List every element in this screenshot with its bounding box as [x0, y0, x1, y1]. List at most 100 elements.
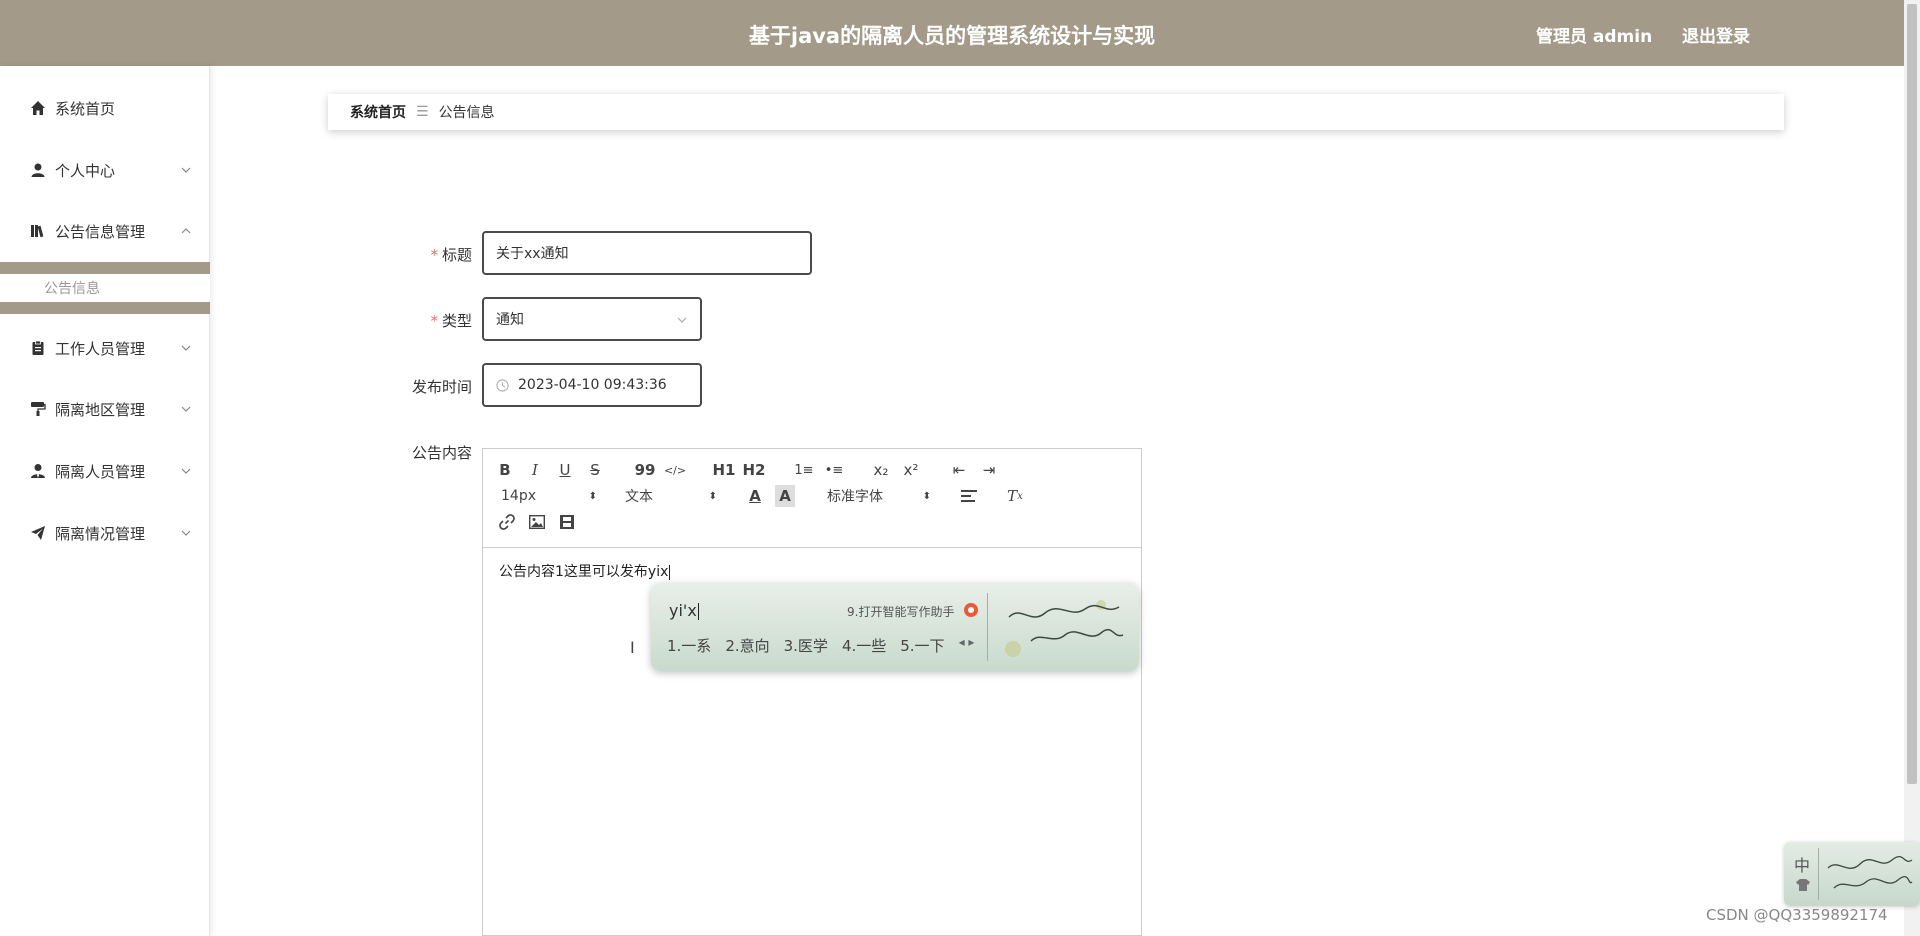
watermark: CSDN @QQ3359892174	[1706, 906, 1888, 924]
publish-time-label: 发布时间	[411, 378, 472, 396]
font-size-select[interactable]: 14px ⬍	[501, 485, 597, 507]
sidebar-item-label: 隔离地区管理	[55, 400, 146, 419]
ime-pinyin: yi'x	[669, 601, 699, 620]
text-type-select[interactable]: 文本 ⬍	[625, 485, 717, 507]
editor-toolbar: B I U S 99 </> H1 H2 1≡ •≡ x₂ x² ⇤ ⇥ 14p…	[483, 449, 1141, 548]
required-mark: *	[430, 312, 438, 330]
subscript-button[interactable]: x₂	[871, 459, 891, 481]
book-icon	[29, 222, 47, 240]
select-caret-icon: ⬍	[708, 490, 717, 502]
ime-skin-artwork	[1005, 600, 1124, 657]
breadcrumb-separator: ☰	[416, 104, 429, 120]
breadcrumb-current: 公告信息	[438, 105, 495, 121]
h1-button[interactable]: H1	[713, 459, 736, 481]
home-icon	[29, 99, 47, 117]
indent-button[interactable]: ⇥	[979, 459, 999, 481]
breadcrumb: 系统首页 ☰ 公告信息	[328, 94, 1784, 130]
blockquote-button[interactable]: 99	[635, 459, 656, 481]
ime-skin-icon[interactable]	[1795, 878, 1811, 892]
editor-content[interactable]: 公告内容1这里可以发布yix	[499, 561, 671, 581]
scrollbar-thumb[interactable]	[1907, 4, 1917, 784]
sidebar-item-label: 工作人员管理	[55, 339, 146, 358]
ime-candidate[interactable]: 2.意向	[725, 635, 769, 656]
sidebar-item-label: 隔离情况管理	[55, 524, 146, 543]
underline-button[interactable]: U	[557, 459, 573, 481]
ime-candidate[interactable]: 5.一下	[900, 635, 944, 656]
ime-page-arrows-icon[interactable]: ◂ ▸	[959, 635, 975, 656]
video-icon[interactable]	[557, 511, 577, 533]
text-cursor-icon: I	[630, 638, 635, 657]
title-label: * 标题	[430, 246, 472, 264]
chevron-down-icon	[181, 468, 191, 474]
ime-mini-artwork	[1827, 855, 1913, 889]
clear-format-icon[interactable]: Tx	[1005, 485, 1025, 507]
title-input[interactable]: 关于xx通知	[482, 231, 812, 275]
sidebar-item-isolation-status[interactable]: 隔离情况管理	[0, 513, 210, 553]
sidebar-item-label: 个人中心	[55, 161, 116, 180]
image-icon[interactable]	[527, 511, 547, 533]
sidebar-item-staff-management[interactable]: 工作人员管理	[0, 328, 210, 368]
sidebar-item-home[interactable]: 系统首页	[0, 88, 210, 128]
rich-text-editor: B I U S 99 </> H1 H2 1≡ •≡ x₂ x² ⇤ ⇥ 14p…	[482, 448, 1142, 936]
chevron-down-icon	[181, 530, 191, 536]
font-family-select[interactable]: 标准字体 ⬍	[827, 485, 931, 507]
bullet-list-button[interactable]: •≡	[823, 459, 845, 481]
sidebar-subitem-notice-info[interactable]: 公告信息	[0, 274, 210, 300]
outdent-button[interactable]: ⇤	[949, 459, 969, 481]
logout-button[interactable]: 退出登录	[1682, 22, 1750, 47]
top-bar: 基于java的隔离人员的管理系统设计与实现 管理员 admin 退出登录	[0, 0, 1904, 66]
user-icon	[29, 161, 47, 179]
ime-candidate[interactable]: 3.医学	[784, 635, 828, 656]
h2-button[interactable]: H2	[743, 459, 766, 481]
italic-button[interactable]: I	[527, 459, 543, 481]
ime-mode-label[interactable]: 中	[1794, 852, 1810, 876]
chevron-down-icon	[181, 345, 191, 351]
font-color-icon[interactable]: A	[745, 485, 765, 507]
bold-button[interactable]: B	[497, 459, 513, 481]
code-block-button[interactable]: </>	[664, 459, 686, 481]
ime-status-bar[interactable]: 中	[1784, 842, 1920, 906]
strike-button[interactable]: S	[587, 459, 603, 481]
sidebar-item-area-management[interactable]: 隔离地区管理	[0, 389, 210, 429]
sidebar-item-label: 隔离人员管理	[55, 462, 146, 481]
align-icon[interactable]	[959, 485, 979, 507]
ime-divider	[987, 593, 988, 661]
paint-roller-icon	[29, 400, 47, 418]
content-label: 公告内容	[411, 444, 472, 462]
superscript-button[interactable]: x²	[901, 459, 921, 481]
chevron-up-icon	[181, 228, 191, 234]
chevron-down-icon	[181, 406, 191, 412]
sidebar-item-notice-management[interactable]: 公告信息管理	[0, 211, 210, 251]
sidebar-item-isolated-people[interactable]: 隔离人员管理	[0, 451, 210, 491]
submenu-band-bottom	[0, 302, 210, 314]
chevron-down-icon	[181, 167, 191, 173]
user-tie-icon	[29, 462, 47, 480]
clock-icon	[496, 379, 509, 392]
admin-label: 管理员 admin	[1536, 27, 1653, 47]
sidebar-item-label: 系统首页	[55, 99, 116, 118]
select-caret-icon: ⬍	[922, 490, 931, 502]
ime-candidate-popup: yi'x 9.打开智能写作助手 1.一系 2.意向 3.医学 4.一些 5.一下…	[651, 583, 1139, 671]
type-select-value: 通知	[496, 312, 524, 328]
page-scrollbar[interactable]	[1904, 0, 1920, 936]
ime-assist-option[interactable]: 9.打开智能写作助手	[847, 603, 954, 620]
sidebar-subitem-label: 公告信息	[44, 281, 100, 297]
type-select[interactable]: 通知	[482, 297, 702, 341]
breadcrumb-home[interactable]: 系统首页	[350, 102, 406, 122]
background-color-icon[interactable]: A	[775, 485, 795, 507]
ime-candidates: 1.一系 2.意向 3.医学 4.一些 5.一下 ◂ ▸	[667, 635, 974, 656]
ime-mini-divider	[1818, 848, 1819, 900]
required-mark: *	[430, 246, 438, 264]
ime-logo-icon	[964, 603, 978, 617]
ordered-list-button[interactable]: 1≡	[793, 459, 815, 481]
ime-candidate[interactable]: 4.一些	[842, 635, 886, 656]
submenu-band-top	[0, 262, 210, 274]
link-icon[interactable]	[497, 511, 517, 533]
publish-time-value: 2023-04-10 09:43:36	[518, 377, 667, 393]
sidebar-item-personal[interactable]: 个人中心	[0, 150, 210, 190]
publish-time-picker[interactable]: 2023-04-10 09:43:36	[482, 363, 702, 407]
title-input-value: 关于xx通知	[496, 246, 569, 262]
paper-plane-icon	[29, 524, 47, 542]
chevron-down-icon	[677, 317, 687, 323]
ime-candidate[interactable]: 1.一系	[667, 635, 711, 656]
